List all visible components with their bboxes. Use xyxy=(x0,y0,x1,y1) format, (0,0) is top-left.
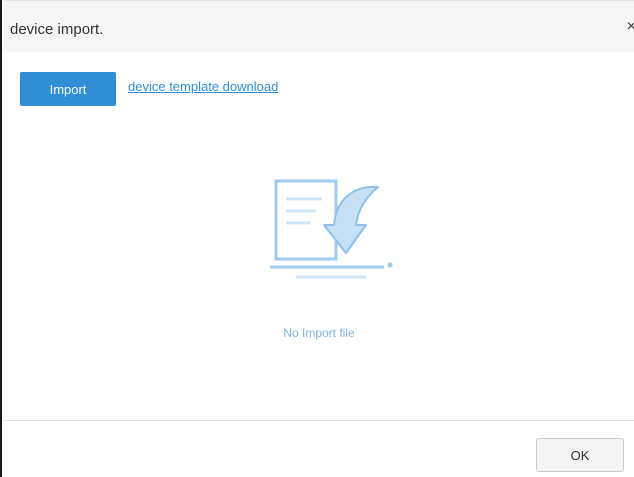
close-icon[interactable]: × xyxy=(627,18,634,36)
import-button[interactable]: Import xyxy=(20,72,116,106)
empty-state-message: No Import file xyxy=(283,326,355,340)
device-import-dialog: device import. × Import device template … xyxy=(0,0,634,477)
device-template-download-link[interactable]: device template download xyxy=(128,79,278,94)
dialog-title: device import. xyxy=(10,21,104,38)
dialog-titlebar: device import. × xyxy=(4,0,634,52)
ok-button[interactable]: OK xyxy=(536,438,624,472)
footer-divider xyxy=(4,420,634,421)
import-file-icon xyxy=(270,179,393,279)
